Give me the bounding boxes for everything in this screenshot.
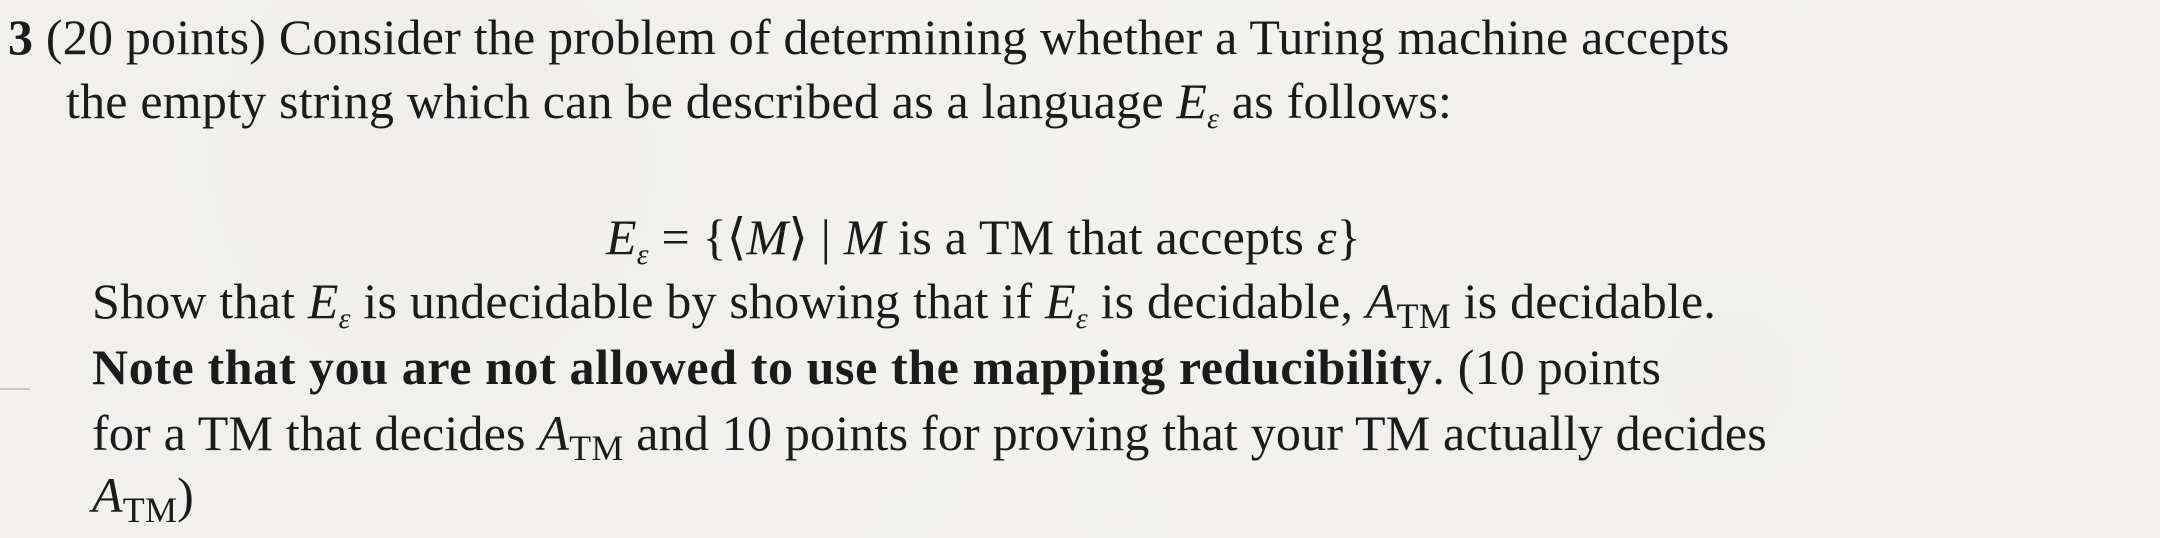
show-eps1: ε bbox=[338, 302, 351, 335]
show-text-c: is decidable, bbox=[1087, 273, 1366, 329]
show-text-b: is undecidable by showing that if bbox=[350, 273, 1046, 329]
note-line: Note that you are not allowed to use the… bbox=[92, 338, 1661, 396]
intro-text-2a: the empty string which can be described … bbox=[66, 73, 1177, 129]
problem-number: 3 bbox=[8, 9, 34, 65]
line8-A: A bbox=[92, 467, 123, 523]
eq-rest: is a TM that accepts bbox=[885, 209, 1317, 265]
display-equation: Eε = {⟨M⟩ | M is a TM that accepts ε} bbox=[606, 208, 1361, 274]
intro-text-2b: as follows: bbox=[1219, 73, 1453, 129]
problem-line-8: ATM) bbox=[92, 466, 195, 530]
eq-mid: ⟩ | bbox=[788, 209, 844, 265]
line8-TM-sub: TM bbox=[122, 490, 178, 530]
show-text-d: is decidable. bbox=[1450, 273, 1717, 329]
line8-close: ) bbox=[177, 467, 195, 523]
math-epsilon-sub: ε bbox=[1207, 102, 1220, 135]
eq-equals-brace: = {⟨ bbox=[648, 209, 747, 265]
eq-E: E bbox=[606, 209, 637, 265]
show-text-a: Show that bbox=[92, 273, 308, 329]
line7-text-b: and 10 points for proving that your TM a… bbox=[623, 405, 1767, 461]
show-A: A bbox=[1365, 273, 1397, 329]
show-TM-sub: TM bbox=[1396, 296, 1451, 336]
eq-epsilon-sub: ε bbox=[636, 238, 649, 271]
show-E1: E bbox=[307, 273, 339, 329]
show-line: Show that Eε is undecidable by showing t… bbox=[92, 272, 1716, 338]
document-page: 3 (20 points) Consider the problem of de… bbox=[0, 0, 2160, 538]
note-rest-text: . (10 points bbox=[1432, 339, 1662, 395]
show-E2: E bbox=[1045, 273, 1076, 329]
line7-TM-sub: TM bbox=[569, 428, 624, 468]
eq-M2: M bbox=[843, 209, 886, 265]
math-E: E bbox=[1176, 73, 1208, 129]
eq-epsilon: ε bbox=[1316, 209, 1337, 265]
problem-line-2: the empty string which can be described … bbox=[66, 72, 1452, 138]
eq-M: M bbox=[746, 209, 789, 265]
note-bold-text: Note that you are not allowed to use the… bbox=[92, 339, 1433, 395]
line7-text-a: for a TM that decides bbox=[92, 405, 539, 461]
line7-A: A bbox=[538, 405, 570, 461]
margin-mark bbox=[0, 388, 30, 390]
problem-intro-text: (20 points) Consider the problem of dete… bbox=[45, 9, 1730, 65]
problem-line-7: for a TM that decides ATM and 10 points … bbox=[92, 404, 1767, 468]
eq-close-brace: } bbox=[1336, 209, 1361, 265]
problem-line-1: 3 (20 points) Consider the problem of de… bbox=[8, 8, 1730, 66]
show-eps2: ε bbox=[1075, 302, 1088, 335]
